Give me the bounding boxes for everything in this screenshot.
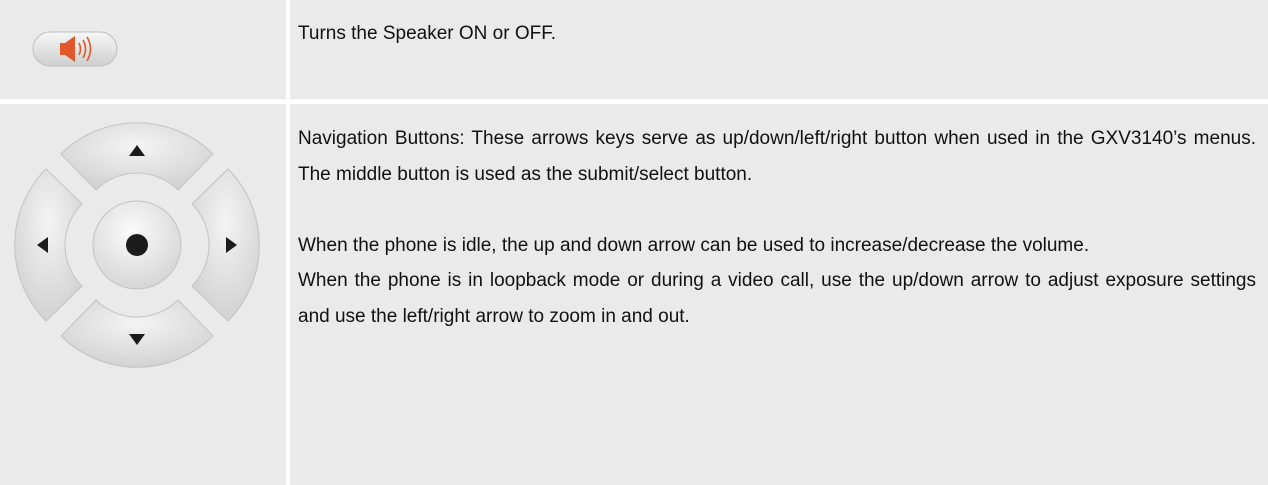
left-arrow-button[interactable] [14, 168, 83, 322]
navigation-description-cell: Navigation Buttons: These arrows keys se… [290, 104, 1268, 485]
down-arrow-button[interactable] [60, 299, 214, 368]
navigation-pad-icon[interactable] [12, 120, 262, 370]
navigation-paragraph-2: When the phone is idle, the up and down … [298, 234, 1090, 256]
speaker-description: Turns the Speaker ON or OFF. [298, 16, 1258, 52]
right-arrow-button[interactable] [191, 168, 260, 322]
button-description-table: Turns the Speaker ON or OFF. Navigation … [0, 0, 1268, 485]
speaker-description-text: Turns the Speaker ON or OFF. [298, 23, 556, 44]
speaker-description-cell: Turns the Speaker ON or OFF. [290, 0, 1268, 99]
navigation-paragraph-3: When the phone is in loopback mode or du… [298, 270, 1256, 327]
navigation-description: Navigation Buttons: These arrows keys se… [298, 121, 1256, 334]
select-dot-icon [126, 234, 148, 256]
up-arrow-button[interactable] [60, 122, 214, 191]
speaker-icon-cell [0, 0, 286, 99]
navigation-paragraph-1: Navigation Buttons: These arrows keys se… [298, 128, 1256, 185]
navigation-icon-cell [0, 104, 286, 485]
speaker-button-icon[interactable] [32, 30, 120, 70]
